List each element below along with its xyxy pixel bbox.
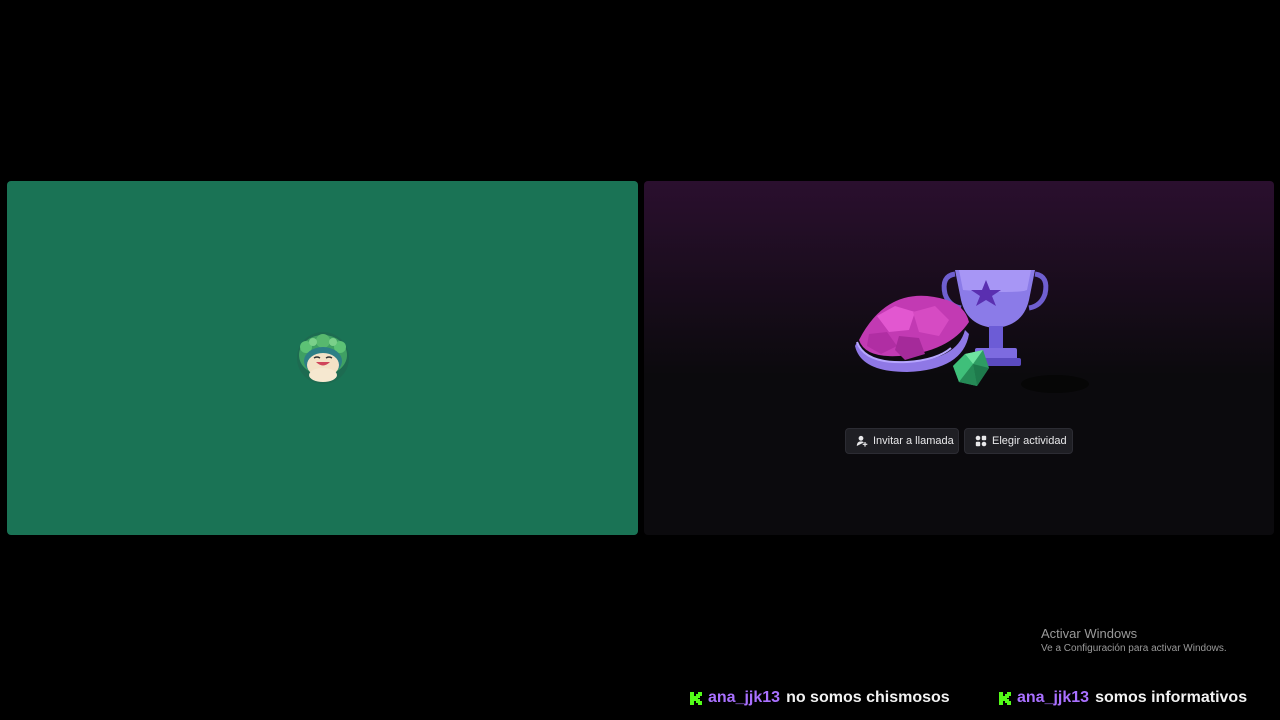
windows-activation-watermark: Activar Windows Ve a Configuración para … xyxy=(1041,626,1227,656)
trophy-shell-gem-illustration xyxy=(855,258,1095,403)
chat-message: ana_jjk13 no somos chismosos xyxy=(690,688,950,708)
chat-username: ana_jjk13 xyxy=(708,689,781,706)
watermark-subtitle: Ve a Configuración para activar Windows. xyxy=(1041,643,1227,654)
choose-activity-label: Elegir actividad xyxy=(992,435,1067,447)
kick-logo-icon xyxy=(690,691,702,705)
chat-username: ana_jjk13 xyxy=(1017,689,1090,706)
watermark-title: Activar Windows xyxy=(1041,626,1138,641)
chat-message: ana_jjk13 somos informativos xyxy=(999,688,1247,708)
choose-activity-button[interactable]: Elegir actividad xyxy=(964,428,1073,454)
activities-grid-icon xyxy=(975,435,987,447)
person-add-icon xyxy=(856,435,868,447)
snorlax-avatar-icon xyxy=(296,331,350,385)
invite-to-call-label: Invitar a llamada xyxy=(873,435,954,447)
chat-text: no somos chismosos xyxy=(786,689,950,706)
kick-logo-icon xyxy=(999,691,1011,705)
screen: Invitar a llamada Elegir actividad Activ… xyxy=(0,0,1280,720)
chat-text: somos informativos xyxy=(1095,689,1248,706)
invite-to-call-button[interactable]: Invitar a llamada xyxy=(845,428,959,454)
